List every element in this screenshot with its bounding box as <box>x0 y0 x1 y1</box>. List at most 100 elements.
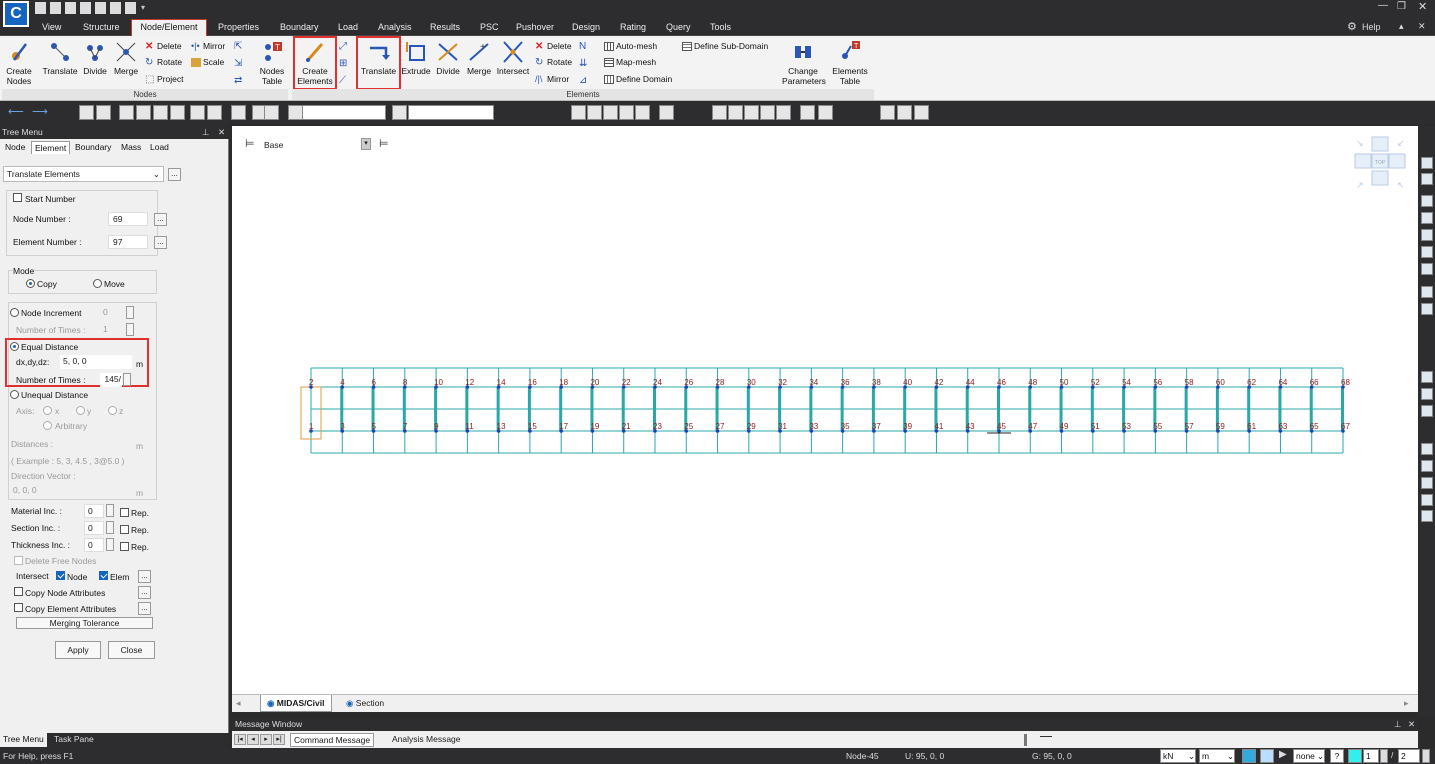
right-tool-icon-3[interactable] <box>1421 195 1433 207</box>
node-tool-icon-3[interactable]: ⇄ <box>234 75 245 86</box>
command-message-tab[interactable]: Command Message <box>290 733 375 747</box>
force-unit-select[interactable]: kN ⌄ <box>1160 749 1196 763</box>
mirror-nodes-button[interactable]: •|• Mirror <box>191 41 225 51</box>
copy-radio[interactable] <box>26 279 35 288</box>
element-tool-icon-4[interactable]: N <box>579 41 590 52</box>
view-icon-2[interactable] <box>587 105 602 120</box>
toolbar-icon-8[interactable] <box>207 105 222 120</box>
filter-select[interactable]: none ⌄ <box>1293 749 1325 763</box>
intersect-button[interactable]: Intersect <box>496 40 530 76</box>
panel-close-icon[interactable]: ✕ <box>218 125 225 139</box>
tab-structure[interactable]: Structure <box>77 20 126 36</box>
play-icon[interactable]: ▶ <box>1279 749 1287 760</box>
tab-view[interactable]: View <box>36 20 67 36</box>
number-of-times-disabled-spinner[interactable] <box>126 323 134 336</box>
material-inc-field[interactable]: 0 <box>84 504 104 518</box>
scroll-right-icon[interactable]: ▸ <box>1404 698 1409 709</box>
toolbar-icon-7[interactable] <box>190 105 205 120</box>
new-file-icon[interactable] <box>35 2 46 14</box>
change-parameters-button[interactable]: Change Parameters <box>782 40 826 86</box>
tab-query[interactable]: Query <box>660 20 697 36</box>
tab-tools[interactable]: Tools <box>704 20 737 36</box>
zoom-window-icon[interactable] <box>1421 477 1433 489</box>
number-of-times-field[interactable]: 145/ <box>100 373 122 387</box>
help-query-icon[interactable]: ? <box>1330 749 1344 763</box>
view-icon-13[interactable] <box>818 105 833 120</box>
message-close-icon[interactable]: ✕ <box>1408 718 1415 731</box>
project-nodes-button[interactable]: ⬚ Project <box>145 74 183 85</box>
node-number-more-button[interactable]: ... <box>154 213 167 226</box>
create-nodes-button[interactable]: Create Nodes <box>4 40 34 86</box>
right-tool-icon-6[interactable] <box>1421 246 1433 258</box>
thickness-rep-checkbox[interactable] <box>120 542 129 551</box>
ribbon-minimize-icon[interactable]: ▴ <box>1399 21 1404 32</box>
view-icon-8[interactable] <box>728 105 743 120</box>
apply-button[interactable]: Apply <box>55 641 101 659</box>
message-nav-last-icon[interactable]: ▸| <box>273 734 285 745</box>
tab-node-element[interactable]: Node/Element <box>131 19 207 36</box>
node-tool-icon-2[interactable]: ⇲ <box>234 58 245 69</box>
mirror-elements-button[interactable]: /|\ Mirror <box>535 74 569 84</box>
color-swatch-icon[interactable] <box>1348 749 1362 763</box>
tab-design[interactable]: Design <box>566 20 606 36</box>
function-select[interactable]: Translate Elements ⌄ <box>3 166 164 182</box>
task-pane-tab[interactable]: Task Pane <box>54 733 94 747</box>
tab-load-tree[interactable]: Load <box>147 141 172 154</box>
view-icon-12[interactable] <box>800 105 815 120</box>
copy-node-attributes-checkbox[interactable] <box>14 587 23 596</box>
delete-elements-button[interactable]: ✕ Delete <box>535 41 572 52</box>
page-spinner[interactable] <box>1380 749 1388 763</box>
toolbar-icon-5[interactable] <box>153 105 168 120</box>
tab-properties[interactable]: Properties <box>212 20 265 36</box>
intersect-elem-checkbox[interactable] <box>99 571 108 580</box>
rotate-elements-button[interactable]: ↻ Rotate <box>535 57 572 68</box>
merge-nodes-button[interactable]: Merge <box>111 40 141 76</box>
view-icon-9[interactable] <box>744 105 759 120</box>
ribbon-close-icon[interactable]: ✕ <box>1418 21 1426 32</box>
section-inc-field[interactable]: 0 <box>84 521 104 535</box>
right-tool-icon-5[interactable] <box>1421 229 1433 241</box>
function-more-button[interactable]: ... <box>168 168 181 181</box>
quick-access-dropdown-icon[interactable]: ▾ <box>141 3 150 13</box>
define-sub-domain-button[interactable]: Define Sub-Domain <box>682 41 768 52</box>
extrude-button[interactable]: Extrude <box>401 40 431 76</box>
node-tool-icon-1[interactable]: ⇱ <box>234 41 245 52</box>
undo-icon[interactable] <box>110 2 121 14</box>
zoom-fit-icon[interactable] <box>1421 494 1433 506</box>
toolbar-icon-3[interactable] <box>119 105 134 120</box>
open-file-icon[interactable] <box>50 2 61 14</box>
view-icon-11[interactable] <box>776 105 791 120</box>
delete-nodes-button[interactable]: ✕ Delete <box>145 41 182 52</box>
finite-element-mesh[interactable]: 2143658710912111413161518172019222124232… <box>232 126 1418 694</box>
forward-arrow-icon[interactable]: ⟶ <box>32 105 48 118</box>
toolbar-icon-9[interactable] <box>231 105 246 120</box>
scale-nodes-button[interactable]: Scale <box>191 57 224 68</box>
right-tool-icon-2[interactable] <box>1421 173 1433 185</box>
node-number-field[interactable]: 69 <box>108 212 148 226</box>
distances-field[interactable] <box>64 437 132 451</box>
view-icon-7[interactable] <box>712 105 727 120</box>
toolbar-icon-4[interactable] <box>136 105 151 120</box>
equal-distance-radio[interactable] <box>10 342 19 351</box>
app-logo-icon[interactable]: C <box>3 1 29 27</box>
element-number-field[interactable]: 97 <box>108 235 148 249</box>
close-button[interactable]: Close <box>108 641 155 659</box>
count-spinner[interactable] <box>1422 749 1430 763</box>
element-tool-icon-1[interactable]: ⤢ <box>339 41 351 53</box>
axis-y-radio[interactable] <box>76 406 85 415</box>
merge-elements-button[interactable]: + Merge <box>464 40 494 76</box>
select-filter-dropdown-2[interactable] <box>408 105 494 120</box>
pin-icon[interactable]: ⊥ <box>202 125 209 139</box>
section-rep-checkbox[interactable] <box>120 525 129 534</box>
node-increment-field[interactable]: 0 <box>100 306 124 320</box>
settings-gear-icon[interactable]: ⚙ <box>1347 20 1357 33</box>
tree-menu-tab[interactable]: Tree Menu <box>0 733 47 747</box>
copy-element-attributes-more-button[interactable]: ... <box>138 602 151 615</box>
zoom-tool-icon-2[interactable] <box>1421 388 1433 400</box>
back-arrow-icon[interactable]: ⟵ <box>8 105 24 118</box>
view-icon-16[interactable] <box>914 105 929 120</box>
zoom-all-icon[interactable] <box>1421 510 1433 522</box>
right-tool-icon-9[interactable] <box>1421 303 1433 315</box>
message-splitter[interactable] <box>1024 734 1027 746</box>
right-tool-icon-8[interactable] <box>1421 286 1433 298</box>
